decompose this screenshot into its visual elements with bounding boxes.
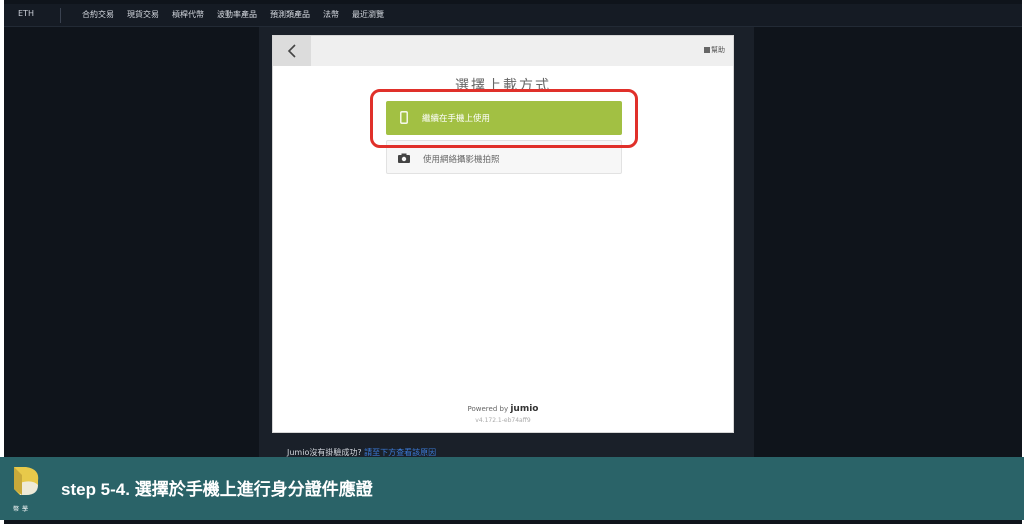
- powered-by: Powered by jumio: [273, 404, 733, 414]
- back-button[interactable]: [273, 36, 311, 66]
- bixue-logo-icon: [14, 467, 39, 495]
- top-navigation-bar: ETH 合約交易 現貨交易 槓桿代幣 波動率產品 預測類產品 法幣 最近瀏覽: [4, 4, 1022, 27]
- highlight-annotation: [370, 89, 638, 148]
- nav-item-prediction-products[interactable]: 預測類產品: [270, 9, 310, 20]
- help-label: 幫助: [711, 46, 725, 54]
- jumio-failure-question: Jumio沒有掛驗成功?: [287, 448, 362, 457]
- nav-item-contract-trading[interactable]: 合約交易: [82, 9, 114, 20]
- camera-icon: [398, 153, 410, 163]
- logo-text: 幣學: [13, 506, 32, 513]
- coin-selector[interactable]: ETH: [18, 9, 34, 18]
- tutorial-banner: 幣學 step 5-4. 選擇於手機上進行身分證件應證: [0, 457, 1024, 520]
- nav-item-volatility-products[interactable]: 波動率產品: [217, 9, 257, 20]
- jumio-help-link[interactable]: 請至下方查看該原因: [364, 448, 436, 457]
- jumio-logo: jumio: [510, 404, 539, 414]
- help-icon: [704, 47, 710, 53]
- nav-item-recently-viewed[interactable]: 最近瀏覽: [352, 9, 384, 20]
- nav-menu: 合約交易 現貨交易 槓桿代幣 波動率產品 預測類產品 法幣 最近瀏覽: [82, 9, 397, 20]
- nav-item-fiat[interactable]: 法幣: [323, 9, 339, 20]
- step-title: step 5-4. 選擇於手機上進行身分證件應證: [61, 480, 373, 499]
- nav-item-leveraged-tokens[interactable]: 槓桿代幣: [172, 9, 204, 20]
- use-webcam-label: 使用網絡攝影機拍照: [423, 155, 500, 165]
- powered-by-text: Powered by: [467, 405, 509, 413]
- nav-item-spot-trading[interactable]: 現貨交易: [127, 9, 159, 20]
- version-text: v4.172.1-eb74aff9: [475, 417, 531, 424]
- nav-divider: [60, 8, 61, 23]
- chevron-left-icon: [287, 44, 296, 58]
- help-link[interactable]: 幫助: [704, 45, 725, 55]
- modal-header: 幫助: [273, 36, 733, 66]
